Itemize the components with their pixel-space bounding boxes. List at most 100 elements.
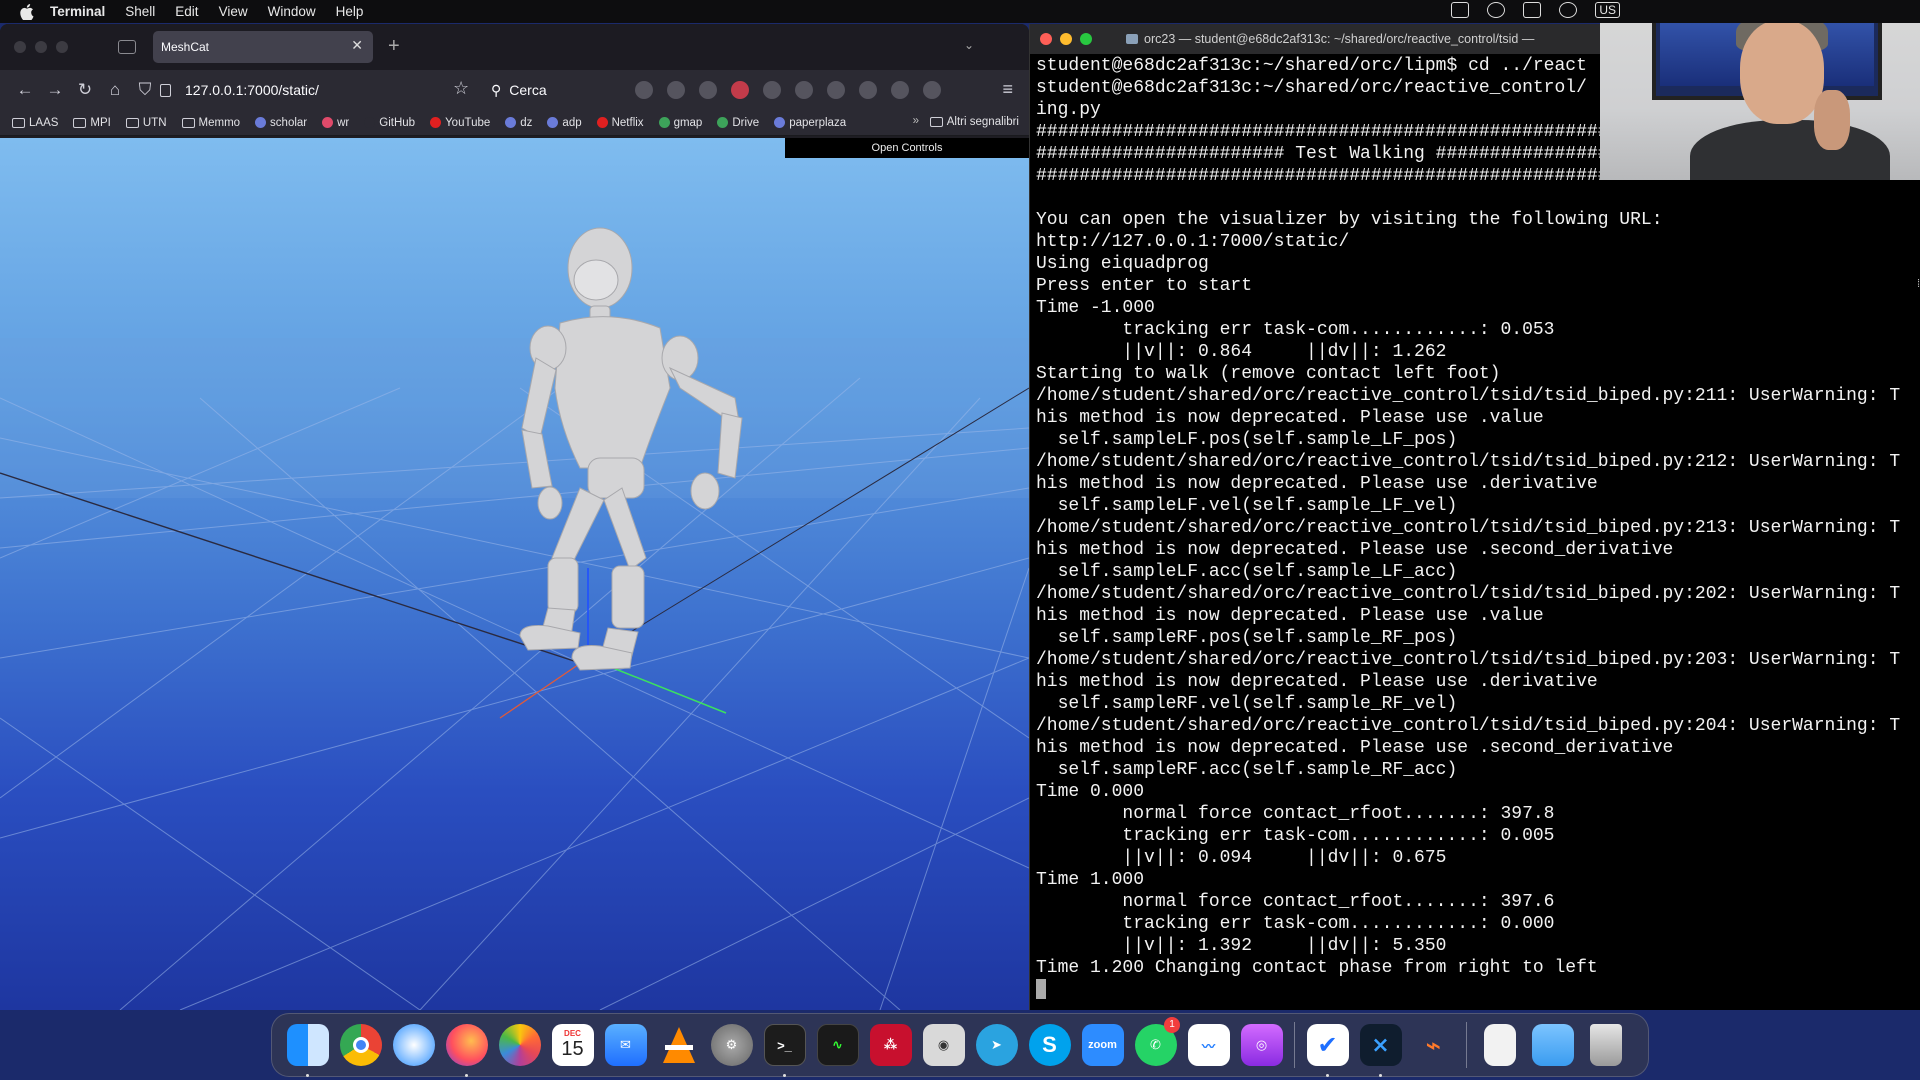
bookmark-adp[interactable]: adp [547, 117, 582, 129]
bookmark-scholar[interactable]: scholar [255, 117, 307, 129]
terminal-icon[interactable]: >_ [758, 1019, 811, 1077]
extension-icon-3[interactable] [891, 81, 909, 99]
terminal-minimize-button[interactable] [1060, 33, 1072, 45]
mendeley-icon[interactable]: ⁂ [864, 1019, 917, 1071]
status-app-icon[interactable] [1451, 2, 1470, 18]
bookmark-dz[interactable]: dz [505, 117, 532, 129]
safari-icon[interactable] [387, 1019, 440, 1071]
terminal-line: his method is now deprecated. Please use… [1036, 540, 1674, 560]
terminal-line: /home/student/shared/orc/reactive_contro… [1036, 584, 1901, 604]
reader-icon[interactable] [763, 81, 781, 99]
open-controls-button[interactable]: Open Controls [785, 138, 1029, 158]
more-bookmarks-chevron-icon[interactable]: » [913, 115, 919, 127]
bookmark-paperplaza[interactable]: paperplaza [774, 117, 846, 129]
terminal-line: self.sampleLF.acc(self.sample_LF_acc) [1036, 562, 1458, 582]
bookmark-label: Altri segnalibri [946, 116, 1019, 128]
vlc-icon[interactable] [652, 1019, 705, 1071]
finder-icon[interactable] [281, 1019, 334, 1077]
zoom-window-button[interactable] [56, 41, 68, 53]
shield-icon[interactable]: ⛉ [130, 80, 160, 100]
bookmark-star-icon[interactable]: ☆ [453, 78, 469, 99]
zoom-icon[interactable]: zoom [1076, 1019, 1129, 1071]
bookmark-utn[interactable]: UTN [125, 117, 167, 129]
home-button[interactable]: ⌂ [100, 80, 130, 100]
bookmark-mpi[interactable]: MPI [73, 117, 111, 129]
minimize-window-button[interactable] [35, 41, 47, 53]
downloads-folder-icon[interactable] [1526, 1019, 1579, 1071]
bookmark-wr[interactable]: wr [322, 117, 349, 129]
tab-meshcat[interactable]: MeshCat ✕ [153, 31, 373, 63]
terminal-line: Time 0.000 [1036, 782, 1145, 802]
firefox-icon[interactable] [440, 1019, 493, 1077]
calendar-icon[interactable]: DEC 15 [546, 1019, 599, 1071]
menu-hamburger-icon[interactable]: ≡ [1002, 79, 1013, 100]
input-source-indicator[interactable]: US [1595, 2, 1620, 18]
url-bar[interactable]: 127.0.0.1:7000/static/ [160, 76, 482, 104]
bookmark-laas[interactable]: LAAS [12, 117, 58, 129]
menu-edit[interactable]: Edit [175, 4, 198, 19]
whatsapp-icon[interactable]: ✆ 1 [1129, 1017, 1182, 1071]
extension-icon-a[interactable] [859, 81, 877, 99]
pocket-icon[interactable] [635, 81, 653, 99]
terminal-close-button[interactable] [1040, 33, 1052, 45]
system-settings-icon[interactable]: ⚙ [705, 1019, 758, 1071]
terminal-line: /home/student/shared/orc/reactive_contro… [1036, 650, 1901, 670]
documents-icon[interactable] [1473, 1019, 1526, 1071]
terminal-zoom-button[interactable] [1080, 33, 1092, 45]
podcasts-icon[interactable]: ◎ [1235, 1019, 1288, 1071]
search-box[interactable]: ⚲ Cerca [491, 75, 621, 105]
menu-view[interactable]: View [219, 4, 248, 19]
menu-app-name[interactable]: Terminal [50, 4, 105, 19]
bookmark-other[interactable]: Altri segnalibri [929, 116, 1019, 128]
person-face [1740, 20, 1824, 124]
close-window-button[interactable] [14, 41, 26, 53]
terminal-line: ||v||: 0.864 ||dv||: 1.262 [1036, 342, 1447, 362]
url-text[interactable]: 127.0.0.1:7000/static/ [185, 82, 319, 98]
list-tabs-chevron-icon[interactable]: ⌄ [964, 38, 974, 52]
adblock-icon[interactable] [731, 81, 749, 99]
menu-help[interactable]: Help [336, 4, 364, 19]
bookmark-netflix[interactable]: Netflix [596, 117, 644, 129]
mail-icon[interactable]: ✉ [599, 1019, 652, 1071]
vscode-icon[interactable]: ⨯ [1354, 1019, 1407, 1077]
extension-icon-2[interactable] [795, 81, 813, 99]
close-tab-icon[interactable]: ✕ [351, 37, 363, 54]
menu-window[interactable]: Window [268, 4, 316, 19]
photos-icon[interactable] [493, 1019, 546, 1071]
back-button[interactable]: ← [10, 80, 40, 100]
extension-icon-e[interactable] [827, 81, 845, 99]
downloads-icon[interactable] [667, 81, 685, 99]
reload-button[interactable]: ↻ [70, 80, 100, 100]
status-person-icon[interactable] [1523, 2, 1542, 18]
time-machine-icon[interactable] [1559, 2, 1578, 18]
bookmark-label: wr [337, 116, 350, 129]
menu-shell[interactable]: Shell [125, 4, 155, 19]
telegram-icon[interactable]: ➤ [970, 1019, 1023, 1071]
tab-title: MeshCat [161, 40, 210, 54]
apple-menu-icon[interactable] [16, 1, 38, 23]
bookmark-drive[interactable]: Drive [717, 117, 759, 129]
skype-icon[interactable]: S [1023, 1019, 1076, 1071]
meshcat-viewport[interactable]: Open Controls [0, 138, 1029, 1010]
bookmark-memmo[interactable]: Memmo [181, 117, 240, 129]
extensions-puzzle-icon[interactable] [923, 81, 941, 99]
instruments-icon[interactable]: ⌁ [1407, 1019, 1460, 1071]
tab-overview-icon[interactable] [118, 40, 136, 54]
bookmark-gmap[interactable]: gmap [658, 117, 702, 129]
bookmark-youtube[interactable]: YouTube [430, 117, 490, 129]
screenshot-icon[interactable]: ◉ [917, 1019, 970, 1071]
tasks-icon[interactable]: ✔ [1301, 1019, 1354, 1077]
chrome-icon[interactable] [334, 1019, 387, 1071]
terminal-line: /home/student/shared/orc/reactive_contro… [1036, 452, 1901, 472]
new-tab-button[interactable]: + [388, 35, 400, 58]
trash-icon[interactable] [1579, 1019, 1632, 1071]
extension-icon[interactable] [699, 81, 717, 99]
extension-icons [635, 81, 941, 99]
status-gear-icon[interactable] [1487, 2, 1506, 18]
forward-button[interactable]: → [40, 80, 70, 100]
terminal-output[interactable]: student@e68dc2af313c:~/shared/orc/lipm$ … [1036, 54, 1920, 1010]
freeform-icon[interactable]: 〰 [1182, 1019, 1235, 1071]
terminal-line: Using eiquadprog [1036, 254, 1209, 274]
bookmark-github[interactable]: GitHub [364, 117, 415, 129]
activity-monitor-icon[interactable]: ∿ [811, 1019, 864, 1071]
